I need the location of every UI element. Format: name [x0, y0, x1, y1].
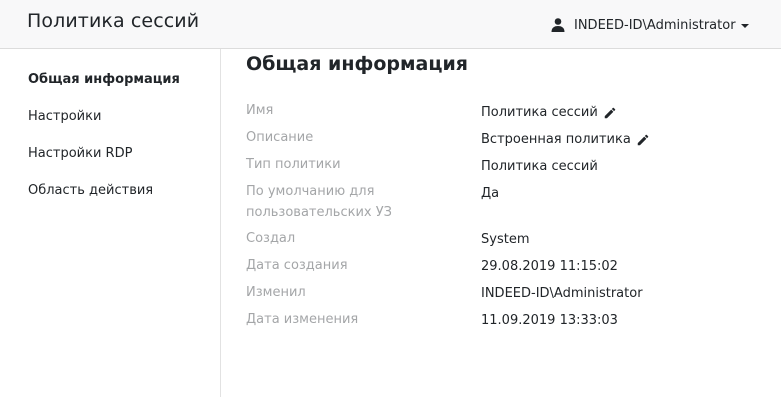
field-value-created-date: 29.08.2019 11:15:02 — [481, 259, 618, 274]
field-value-modified-by: INDEED-ID\Administrator — [481, 286, 643, 301]
user-icon — [550, 17, 566, 33]
sidebar-item-rdp-settings[interactable]: Настройки RDP — [28, 146, 132, 161]
field-label-name: Имя — [246, 103, 274, 118]
user-menu-button[interactable]: INDEED-ID\Administrator — [550, 17, 749, 33]
field-value-created-by: System — [481, 232, 530, 247]
field-label-created-date: Дата создания — [246, 258, 348, 273]
field-value-description-text: Встроенная политика — [481, 132, 631, 147]
field-value-description: Встроенная политика — [481, 129, 650, 150]
sidebar-item-general-info[interactable]: Общая информация — [28, 72, 180, 87]
field-value-name-text: Политика сессий — [481, 105, 598, 120]
main-content: Общая информация Имя Политика сессий Опи… — [221, 49, 781, 397]
field-label-default-for-user-accounts: По умолчанию для пользовательских УЗ — [246, 184, 392, 220]
field-value-policy-type: Политика сессий — [481, 159, 598, 174]
field-label-description: Описание — [246, 130, 314, 145]
field-label-policy-type: Тип политики — [246, 157, 341, 172]
field-value-default-for-user-accounts: Да — [481, 186, 500, 201]
field-label-created-by: Создал — [246, 231, 296, 246]
edit-name-pencil-icon[interactable] — [603, 106, 617, 120]
user-name: INDEED-ID\Administrator — [574, 17, 736, 33]
chevron-down-icon — [740, 23, 749, 28]
edit-description-pencil-icon[interactable] — [636, 133, 650, 147]
field-value-modified-date: 11.09.2019 13:33:03 — [481, 313, 618, 328]
sidebar: Общая информация Настройки Настройки RDP… — [0, 49, 221, 397]
sidebar-item-scope[interactable]: Область действия — [28, 183, 153, 198]
field-value-name: Политика сессий — [481, 102, 617, 123]
field-label-modified-by: Изменил — [246, 285, 306, 300]
field-label-modified-date: Дата изменения — [246, 312, 359, 327]
sidebar-item-settings[interactable]: Настройки — [28, 109, 101, 124]
section-title: Общая информация — [246, 53, 468, 75]
page-title: Политика сессий — [27, 10, 200, 32]
app-header: Политика сессий INDEED-ID\Administrator — [0, 0, 781, 49]
